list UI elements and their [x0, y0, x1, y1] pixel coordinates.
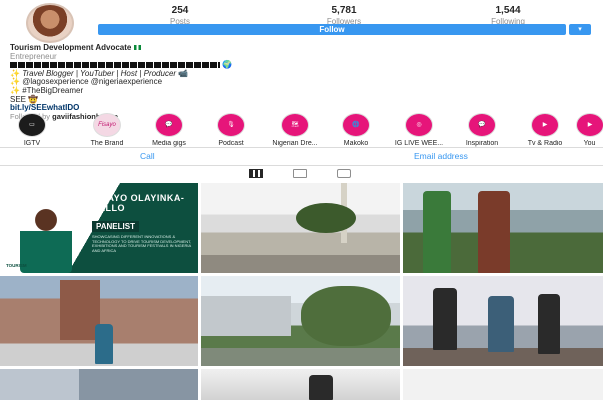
person-figure: [95, 324, 113, 364]
globe-icon: 🌐: [342, 113, 370, 137]
email-button[interactable]: Email address: [414, 151, 468, 161]
followers-count: 5,781: [331, 5, 357, 16]
person-figure: [478, 191, 510, 273]
profile-tabs: [0, 167, 603, 181]
nigeria-flag-icon: [133, 45, 141, 51]
chat-bubble-icon: 💬: [155, 113, 183, 137]
poster-footer: TOURISM: [6, 263, 27, 268]
followers-stat[interactable]: 5,781 Followers: [304, 5, 384, 26]
play-icon: ▶: [576, 113, 603, 137]
map-icon: 🗺: [281, 113, 309, 137]
microphone-icon: 🎙: [217, 113, 245, 137]
contact-actions: Call Email address: [0, 151, 603, 163]
story-highlights: ▭ IGTV Fisayo The Brand 💬 Media gigs 🎙 P…: [0, 113, 603, 147]
feed-icon[interactable]: [293, 169, 307, 178]
tagged-icon[interactable]: [337, 169, 351, 178]
following-stat[interactable]: 1,544 Following: [468, 5, 548, 26]
highlight-media-gigs[interactable]: 💬 Media gigs: [139, 113, 199, 147]
post-panelist-poster[interactable]: FISAYO OLAYINKA-BELLO PANELIST SHOWCASIN…: [0, 183, 198, 273]
following-count: 1,544: [495, 5, 521, 16]
highlight-label: The Brand: [90, 140, 124, 147]
tree-shape: [301, 286, 391, 346]
person-figure: [538, 294, 560, 354]
styled-text-banner: [10, 62, 220, 69]
person-figure: [309, 375, 333, 400]
highlight-makoko[interactable]: 🌐 Makoko: [326, 113, 386, 147]
poster-description: SHOWCASING DIFFERENT INNOVATIONS & TECHN…: [92, 234, 192, 253]
post-street-photo[interactable]: [201, 183, 400, 273]
instagram-icon: ◎: [405, 113, 433, 137]
post-landscape[interactable]: [403, 369, 603, 400]
post-woman-hat[interactable]: [201, 369, 400, 400]
play-icon: ▶: [531, 113, 559, 137]
call-button[interactable]: Call: [140, 151, 155, 161]
divider: [0, 147, 603, 148]
highlight-igtv[interactable]: ▭ IGTV: [2, 113, 62, 147]
highlight-label: Media gigs: [152, 140, 186, 147]
profile-bio: Tourism Development Advocate Entrepreneu…: [10, 43, 310, 121]
person-figure: [433, 288, 457, 350]
highlight-label: Nigerian Dre...: [272, 140, 318, 147]
highlight-label: IGTV: [23, 140, 41, 147]
grid-icon[interactable]: [249, 169, 263, 178]
highlight-label: Podcast: [218, 140, 244, 147]
profile-header: 254 Posts 5,781 Followers 1,544 Followin…: [0, 0, 603, 44]
posts-stat[interactable]: 254 Posts: [140, 5, 220, 26]
suggested-dropdown-button[interactable]: ▾: [569, 24, 591, 35]
person-figure: [488, 296, 514, 352]
post-cathedral[interactable]: [0, 276, 198, 366]
camera-icon: 📹: [178, 68, 189, 78]
highlight-label: Inspiration: [465, 140, 499, 147]
post-city-trees[interactable]: [201, 276, 400, 366]
globe-icon: 🌍: [222, 60, 233, 70]
profile-avatar[interactable]: [26, 3, 74, 43]
profile-name: Tourism Development Advocate: [10, 43, 132, 52]
poster-title: FISAYO OLAYINKA-BELLO: [92, 193, 185, 213]
tv-icon: ▭: [18, 113, 46, 137]
highlight-label: You: [583, 140, 596, 147]
tree-shape: [296, 203, 356, 233]
post-two-women[interactable]: [403, 183, 603, 273]
divider: [0, 165, 603, 166]
highlight-nigerian-dream[interactable]: 🗺 Nigerian Dre...: [265, 113, 325, 147]
brand-logo: Fisayo: [93, 113, 121, 137]
cathedral-tower: [60, 280, 100, 340]
poster-person-photo: [20, 205, 72, 273]
highlight-tv-radio[interactable]: ▶ Tv & Radio: [515, 113, 575, 147]
post-skyscrapers[interactable]: [0, 369, 198, 400]
highlight-ig-live[interactable]: ◎ IG LIVE WEE...: [389, 113, 449, 147]
person-figure: [423, 191, 451, 273]
follow-button[interactable]: Follow: [98, 24, 566, 35]
highlight-label: Makoko: [343, 140, 369, 147]
highlight-inspiration[interactable]: 💬 Inspiration: [452, 113, 512, 147]
highlight-label: IG LIVE WEE...: [394, 140, 444, 147]
chat-bubble-icon: 💬: [468, 113, 496, 137]
profile-category: Entrepreneur: [10, 51, 57, 61]
highlight-label: Tv & Radio: [527, 140, 563, 147]
highlight-youtube[interactable]: ▶ You: [576, 113, 603, 147]
highlight-podcast[interactable]: 🎙 Podcast: [201, 113, 261, 147]
poster-badge: PANELIST: [92, 221, 139, 232]
building-shape: [201, 296, 291, 336]
highlight-the-brand[interactable]: Fisayo The Brand: [77, 113, 137, 147]
post-three-people[interactable]: [403, 276, 603, 366]
posts-count: 254: [171, 5, 189, 16]
